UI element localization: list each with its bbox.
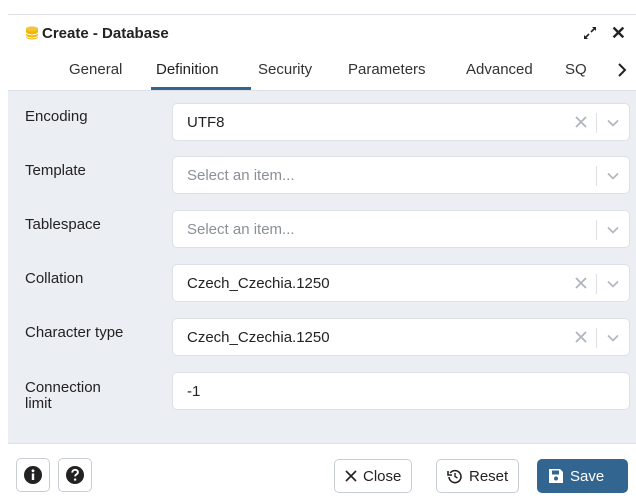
- tab-parameters[interactable]: Parameters: [348, 50, 426, 90]
- close-icon: [345, 470, 357, 482]
- reset-button-label: Reset: [469, 467, 509, 485]
- character-type-label: Character type: [25, 324, 124, 341]
- tab-definition[interactable]: Definition: [156, 50, 219, 90]
- connection-limit-label-line2: limit: [25, 395, 52, 412]
- tab-scroll-next-button[interactable]: [608, 50, 636, 90]
- clear-icon[interactable]: [575, 331, 587, 343]
- template-placeholder: Select an item...: [187, 167, 295, 184]
- reset-icon: [447, 469, 462, 484]
- expand-icon[interactable]: [583, 26, 597, 40]
- tablespace-select[interactable]: Select an item...: [172, 210, 630, 248]
- tab-general[interactable]: General: [69, 50, 122, 90]
- select-separator: [596, 328, 597, 348]
- save-icon: [549, 469, 563, 483]
- dialog-titlebar[interactable]: Create - Database ✕: [8, 14, 636, 51]
- chevron-down-icon[interactable]: [607, 224, 619, 236]
- close-button-label: Close: [363, 467, 402, 485]
- info-button[interactable]: [16, 458, 50, 492]
- clear-icon[interactable]: [575, 116, 587, 128]
- tab-advanced[interactable]: Advanced: [466, 50, 533, 90]
- close-button[interactable]: Close: [334, 459, 413, 493]
- connection-limit-label-line1: Connection: [25, 379, 101, 396]
- tab-bar: General Definition Security Parameters A…: [8, 50, 636, 91]
- definition-panel: Encoding UTF8 Template Select an item...…: [8, 91, 636, 443]
- collation-select[interactable]: Czech_Czechia.1250: [172, 264, 630, 302]
- template-select[interactable]: Select an item...: [172, 156, 630, 194]
- help-button[interactable]: [58, 458, 92, 492]
- select-separator: [596, 220, 597, 240]
- save-button[interactable]: Save: [537, 459, 628, 493]
- reset-button[interactable]: Reset: [436, 459, 520, 493]
- select-separator: [596, 274, 597, 294]
- template-label: Template: [25, 162, 86, 179]
- character-type-value: Czech_Czechia.1250: [187, 329, 330, 346]
- tab-security[interactable]: Security: [258, 50, 312, 90]
- save-button-label: Save: [570, 467, 605, 485]
- connection-limit-input[interactable]: -1: [172, 372, 630, 410]
- dialog-title: Create - Database: [42, 24, 169, 42]
- chevron-down-icon[interactable]: [607, 170, 619, 182]
- chevron-down-icon[interactable]: [607, 117, 619, 129]
- connection-limit-value: -1: [187, 383, 201, 400]
- tablespace-placeholder: Select an item...: [187, 221, 295, 238]
- dialog-footer: Close Reset Save: [8, 443, 636, 502]
- info-icon: [24, 466, 42, 484]
- help-icon: [66, 466, 84, 484]
- encoding-value: UTF8: [187, 114, 225, 131]
- chevron-down-icon[interactable]: [607, 278, 619, 290]
- collation-label: Collation: [25, 270, 84, 287]
- title-actions: ✕: [583, 24, 626, 42]
- encoding-label: Encoding: [25, 108, 88, 125]
- database-icon: [25, 26, 39, 40]
- collation-value: Czech_Czechia.1250: [187, 275, 330, 292]
- active-tab-indicator: [151, 87, 251, 90]
- tablespace-label: Tablespace: [25, 216, 101, 233]
- close-icon[interactable]: ✕: [611, 24, 626, 42]
- chevron-right-icon: [618, 63, 627, 77]
- character-type-select[interactable]: Czech_Czechia.1250: [172, 318, 630, 356]
- tab-sql[interactable]: SQ: [565, 50, 587, 90]
- select-separator: [596, 166, 597, 186]
- encoding-select[interactable]: UTF8: [172, 103, 630, 141]
- chevron-down-icon[interactable]: [607, 332, 619, 344]
- clear-icon[interactable]: [575, 277, 587, 289]
- create-database-dialog: Create - Database ✕ General Definition S…: [0, 0, 636, 502]
- select-separator: [596, 113, 597, 133]
